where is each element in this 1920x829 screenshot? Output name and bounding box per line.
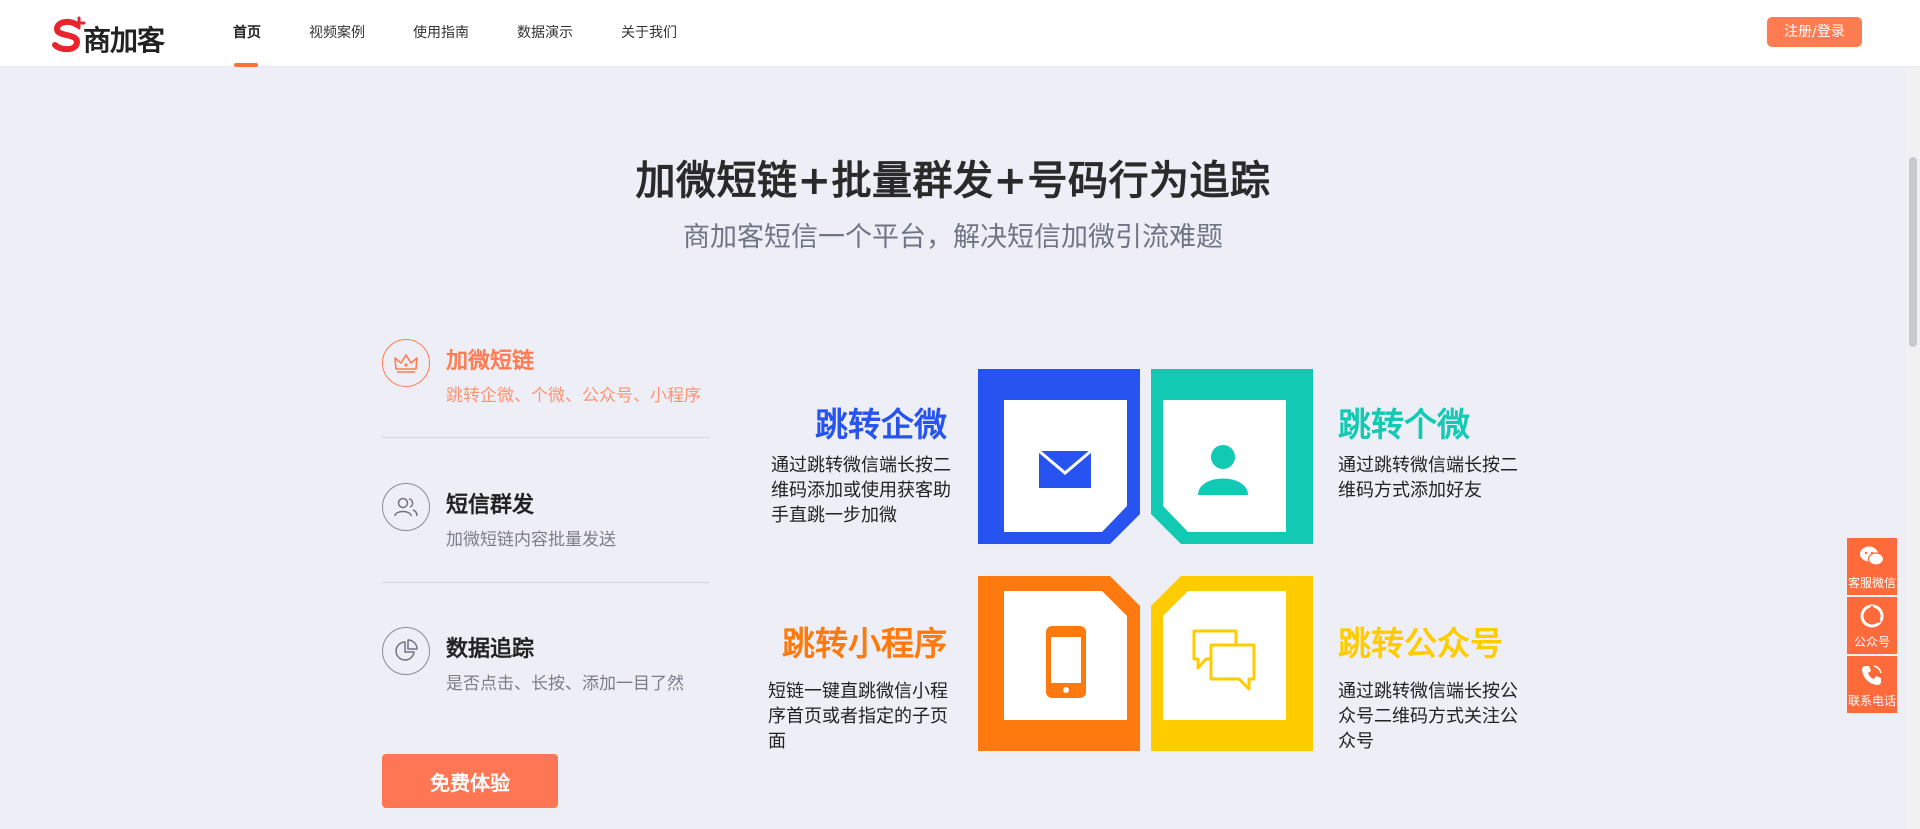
tile-qiwei-label: 跳转企微 [815, 405, 947, 444]
float-contact-phone[interactable]: 联系电话 [1847, 656, 1897, 713]
envelope-icon [1038, 449, 1092, 488]
feature-item-wechat-link[interactable]: 加微短链 跳转企微、个微、公众号、小程序 [382, 339, 712, 409]
nav-item-data-demo[interactable]: 数据演示 [517, 22, 573, 42]
tile-gewei-shape [1151, 369, 1313, 544]
tile-gewei[interactable] [1151, 369, 1313, 544]
feature-title: 数据追踪 [446, 637, 535, 662]
wechat-icon [1860, 546, 1885, 566]
nav-item-home[interactable]: 首页 [233, 22, 261, 42]
tile-qiwei-shape [978, 369, 1140, 544]
nav-item-video-cases[interactable]: 视频案例 [309, 22, 365, 42]
hero-subtitle: 商加客短信一个平台，解决短信加微引流难题 [683, 222, 1223, 253]
nav-item-about-us[interactable]: 关于我们 [621, 22, 677, 42]
float-label: 客服微信 [1847, 576, 1896, 590]
logo[interactable]: 商加客 [49, 12, 174, 57]
feature-title: 短信群发 [446, 493, 535, 518]
tile-gewei-label: 跳转个微 [1338, 405, 1470, 444]
nav-active-indicator [234, 63, 258, 67]
tile-xiaochengxu-text: 短链一键直跳微信小程序首页或者指定的子页面 [768, 681, 948, 752]
tile-gongzhonghao[interactable] [1151, 576, 1313, 751]
users-icon [382, 483, 430, 531]
tile-gewei-text: 通过跳转微信端长按二维码方式添加好友 [1338, 455, 1518, 501]
tile-gongzhonghao-shape [1151, 576, 1313, 751]
feature-divider [382, 437, 710, 438]
logo-text: 商加客 [83, 24, 165, 57]
register-login-button[interactable]: 注册/登录 [1767, 17, 1862, 47]
tile-xiaochengxu-label: 跳转小程序 [782, 624, 947, 663]
feature-divider [382, 582, 710, 583]
feature-desc: 是否点击、长按、添加一目了然 [446, 674, 684, 694]
tile-qiwei[interactable] [978, 369, 1140, 544]
float-label: 联系电话 [1847, 694, 1896, 708]
feature-item-data-tracking[interactable]: 数据追踪 是否点击、长按、添加一目了然 [382, 627, 712, 697]
feature-item-sms-broadcast[interactable]: 短信群发 加微短链内容批量发送 [382, 483, 712, 553]
tile-gongzhonghao-label: 跳转公众号 [1338, 624, 1503, 663]
nav-item-user-guide[interactable]: 使用指南 [413, 22, 469, 42]
free-trial-button[interactable]: 免费体验 [382, 754, 558, 808]
tile-gongzhonghao-text: 通过跳转微信端长按公众号二维码方式关注公众号 [1338, 681, 1518, 752]
float-official-account[interactable]: 公众号 [1847, 597, 1897, 654]
top-header: 商加客 首页 视频案例 使用指南 数据演示 关于我们 注册/登录 [0, 0, 1920, 67]
float-wechat-service[interactable]: 客服微信 [1847, 538, 1897, 595]
pie-chart-icon [382, 627, 430, 675]
crown-icon [382, 339, 430, 387]
page-scrollbar[interactable] [1906, 67, 1920, 829]
phone-icon [1046, 626, 1086, 698]
hero-title: 加微短链+批量群发+号码行为追踪 [635, 158, 1271, 204]
tile-xiaochengxu-shape [978, 576, 1140, 751]
phone-call-icon [1862, 665, 1882, 685]
feature-desc: 跳转企微、个微、公众号、小程序 [446, 386, 701, 406]
feature-desc: 加微短链内容批量发送 [446, 530, 616, 550]
official-account-icon [1860, 604, 1884, 628]
tile-qiwei-text: 通过跳转微信端长按二维码添加或使用获客助手直跳一步加微 [771, 455, 951, 526]
tile-xiaochengxu[interactable] [978, 576, 1140, 751]
scrollbar-thumb[interactable] [1909, 157, 1917, 347]
feature-title: 加微短链 [446, 349, 535, 374]
float-label: 公众号 [1853, 635, 1890, 649]
